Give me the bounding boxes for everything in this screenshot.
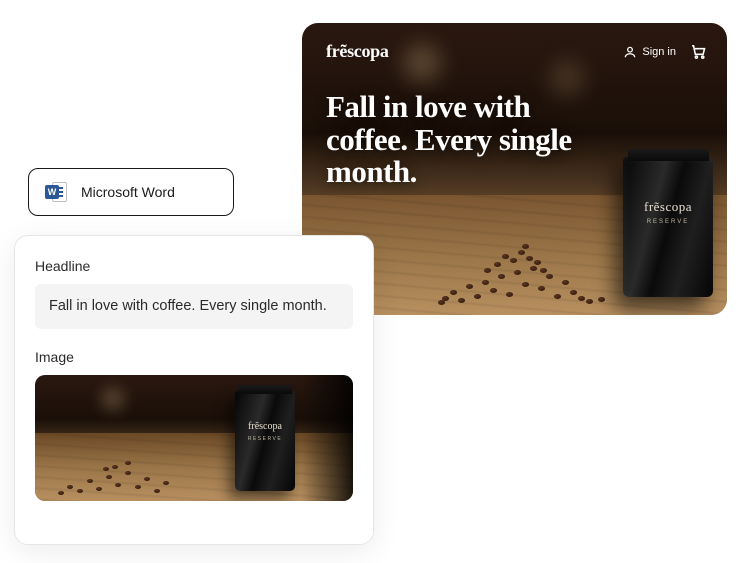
ms-word-icon: W bbox=[45, 181, 67, 203]
ms-word-label: Microsoft Word bbox=[81, 184, 175, 200]
cart-icon[interactable] bbox=[690, 43, 707, 60]
thumb-coffee-bag: frẽscopa Reserve bbox=[235, 391, 295, 491]
thumb-beans bbox=[45, 449, 205, 499]
microsoft-word-badge[interactable]: W Microsoft Word bbox=[28, 168, 234, 216]
hero-headline: Fall in love with coffee. Every single m… bbox=[326, 91, 616, 189]
headline-field-label: Headline bbox=[35, 258, 353, 274]
headline-input[interactable]: Fall in love with coffee. Every single m… bbox=[35, 284, 353, 329]
thumb-bag-reserve: Reserve bbox=[235, 436, 295, 442]
content-editor-panel: Headline Fall in love with coffee. Every… bbox=[14, 235, 374, 545]
header-actions: Sign in bbox=[623, 43, 707, 60]
bag-brand-label: frẽscopa bbox=[623, 199, 713, 215]
hero-header: frẽscopa Sign in bbox=[326, 41, 707, 62]
brand-logo[interactable]: frẽscopa bbox=[326, 41, 389, 62]
thumb-bag-brand: frẽscopa bbox=[235, 421, 295, 432]
bag-reserve-label: Reserve bbox=[623, 219, 713, 225]
image-field-label: Image bbox=[35, 349, 353, 365]
image-thumbnail[interactable]: frẽscopa Reserve bbox=[35, 375, 353, 501]
sign-in-button[interactable]: Sign in bbox=[623, 45, 676, 59]
coffee-bag: frẽscopa Reserve bbox=[623, 157, 713, 297]
coffee-beans-pile bbox=[422, 237, 622, 307]
sign-in-label: Sign in bbox=[642, 46, 676, 58]
user-icon bbox=[623, 45, 637, 59]
